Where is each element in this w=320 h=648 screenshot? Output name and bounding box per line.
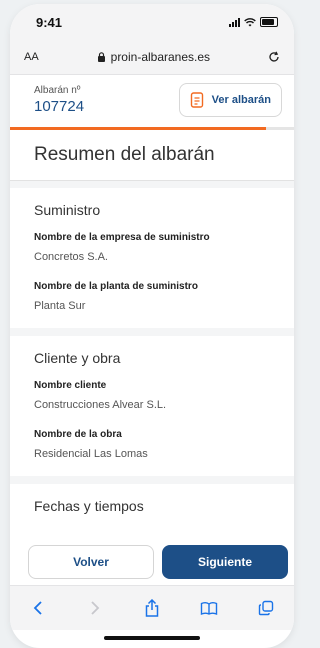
field-value: Planta Sur bbox=[34, 300, 86, 312]
tabs-icon[interactable] bbox=[254, 596, 278, 620]
wifi-icon bbox=[244, 17, 256, 26]
section-title: Cliente y obra bbox=[34, 350, 121, 366]
section-fechas: Fechas y tiempos bbox=[10, 484, 294, 518]
page-title: Resumen del albarán bbox=[34, 144, 215, 165]
browser-toolbar bbox=[10, 585, 294, 630]
albaran-label: Albarán nº bbox=[34, 85, 81, 96]
phone-screen: 9:41 AA proin-albaranes.es Albarán nº 10… bbox=[10, 4, 294, 648]
bookmarks-icon[interactable] bbox=[197, 596, 221, 620]
forward-icon[interactable] bbox=[83, 596, 107, 620]
lock-icon bbox=[97, 52, 105, 62]
field-label: Nombre de la planta de suministro bbox=[34, 281, 198, 292]
status-bar: 9:41 bbox=[10, 4, 294, 40]
section-title: Fechas y tiempos bbox=[34, 498, 144, 514]
document-icon bbox=[190, 92, 203, 108]
view-albaran-button[interactable]: Ver albarán bbox=[178, 83, 282, 117]
url-text: proin-albaranes.es bbox=[110, 50, 211, 64]
albaran-header: Albarán nº 107724 Ver albarán bbox=[10, 75, 294, 127]
share-icon[interactable] bbox=[140, 596, 164, 620]
page-title-block: Resumen del albarán bbox=[10, 130, 294, 181]
view-albaran-label: Ver albarán bbox=[211, 94, 271, 106]
signal-icon bbox=[229, 17, 240, 27]
field-value: Residencial Las Lomas bbox=[34, 448, 148, 460]
section-cliente-obra: Cliente y obra Nombre cliente Construcci… bbox=[10, 336, 294, 476]
summary-content: Suministro Nombre de la empresa de sumin… bbox=[10, 181, 294, 518]
field-value: Concretos S.A. bbox=[34, 251, 108, 263]
browser-address-bar[interactable]: AA proin-albaranes.es bbox=[10, 40, 294, 75]
status-time: 9:41 bbox=[36, 14, 63, 30]
albaran-number: 107724 bbox=[34, 98, 85, 115]
back-button[interactable]: Volver bbox=[28, 545, 154, 579]
next-button[interactable]: Siguiente bbox=[162, 545, 288, 579]
reload-icon[interactable] bbox=[268, 51, 280, 63]
field-value: Construcciones Alvear S.L. bbox=[34, 399, 167, 411]
field-label: Nombre de la empresa de suministro bbox=[34, 232, 210, 243]
footer-actions: Volver Siguiente bbox=[10, 538, 294, 586]
field-label: Nombre cliente bbox=[34, 380, 107, 391]
url-field[interactable]: proin-albaranes.es bbox=[97, 50, 210, 64]
field-label: Nombre de la obra bbox=[34, 429, 122, 440]
status-icons bbox=[229, 17, 278, 27]
battery-icon bbox=[260, 17, 278, 27]
home-indicator bbox=[104, 636, 200, 640]
text-size-button[interactable]: AA bbox=[24, 51, 39, 63]
section-suministro: Suministro Nombre de la empresa de sumin… bbox=[10, 188, 294, 328]
back-icon[interactable] bbox=[26, 596, 50, 620]
section-title: Suministro bbox=[34, 202, 101, 218]
albaran-id-block: Albarán nº 107724 bbox=[34, 85, 84, 127]
